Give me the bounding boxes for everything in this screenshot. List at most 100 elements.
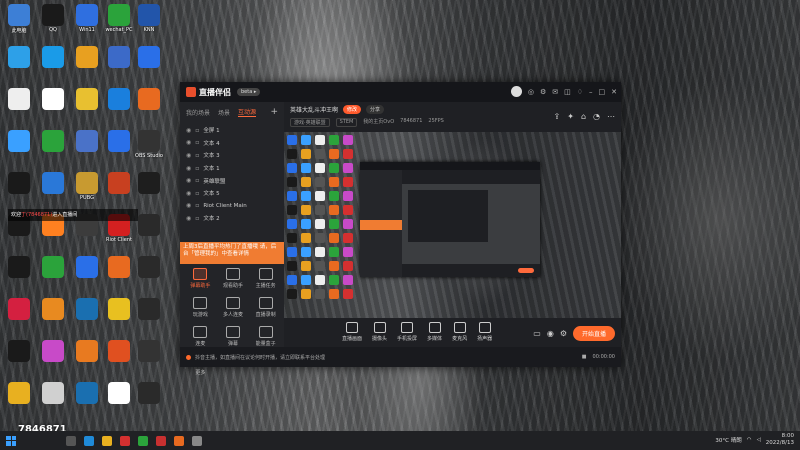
- left-tool[interactable]: 玩游戏: [184, 297, 217, 318]
- visibility-icon[interactable]: ◉: [186, 177, 191, 184]
- edit-button[interactable]: 修改: [343, 105, 362, 114]
- desktop-icon[interactable]: [102, 86, 136, 126]
- left-tool[interactable]: 弹幕: [217, 326, 250, 347]
- bottom-tool[interactable]: 多媒体: [427, 322, 442, 342]
- desktop-icon[interactable]: [70, 254, 104, 294]
- source-item[interactable]: ◉ ▫ 全屏 1: [180, 124, 284, 137]
- desktop-icon[interactable]: [102, 338, 136, 378]
- source-item[interactable]: ◉ ▫ 文本 4: [180, 137, 284, 150]
- desktop-icon[interactable]: [70, 296, 104, 336]
- user-avatar[interactable]: [510, 86, 522, 97]
- source-item[interactable]: ◉ ▫ 文本 3: [180, 149, 284, 162]
- app-taskbar-icon[interactable]: [192, 435, 202, 446]
- share-icon[interactable]: ⇪: [554, 112, 561, 121]
- visibility-icon[interactable]: ◉: [186, 127, 191, 134]
- gear-icon[interactable]: ⚙: [560, 329, 567, 338]
- tab-my-scenes[interactable]: 我的场景: [186, 108, 210, 117]
- desktop-icon[interactable]: [70, 44, 104, 84]
- shirt-icon[interactable]: ♢: [577, 88, 583, 96]
- desktop-icon[interactable]: [36, 170, 70, 210]
- volume-icon[interactable]: ◁: [757, 437, 761, 443]
- desktop-icon[interactable]: [36, 380, 70, 420]
- music-taskbar-icon[interactable]: [156, 435, 166, 446]
- search-taskbar-icon[interactable]: [66, 435, 76, 446]
- close-icon[interactable]: ✕: [611, 88, 617, 96]
- source-item[interactable]: ◉ ▫ Riot Client Main: [180, 200, 284, 213]
- desktop-icon[interactable]: [70, 338, 104, 378]
- desktop-icon[interactable]: [132, 86, 166, 126]
- bottom-tool[interactable]: 摄像头: [372, 322, 387, 342]
- chrome-taskbar-icon[interactable]: [102, 435, 112, 446]
- bottom-tool[interactable]: 手机投屏: [397, 322, 417, 342]
- clock[interactable]: 8:00 2022/8/13: [766, 433, 794, 447]
- desktop-icon[interactable]: [132, 380, 166, 420]
- network-icon[interactable]: ◠: [747, 437, 752, 443]
- left-tool[interactable]: 主播任务: [249, 268, 282, 289]
- edge-taskbar-icon[interactable]: [84, 435, 94, 446]
- desktop-icon[interactable]: [70, 86, 104, 126]
- visibility-icon[interactable]: ◉: [186, 139, 191, 146]
- left-tool[interactable]: 弹幕助手: [184, 268, 217, 289]
- lock-icon[interactable]: ▫: [195, 152, 199, 159]
- gift-icon[interactable]: ✦: [567, 112, 574, 121]
- tab-interactive-sources[interactable]: 互动源: [238, 107, 257, 117]
- visibility-icon[interactable]: ◉: [186, 202, 191, 209]
- desktop-icon[interactable]: [102, 254, 136, 294]
- desktop-icon[interactable]: [2, 44, 36, 84]
- left-tool[interactable]: 直播录制: [249, 297, 282, 318]
- desktop-icon[interactable]: [2, 296, 36, 336]
- desktop-icon[interactable]: OBS Studio: [132, 128, 166, 168]
- eye-icon[interactable]: ◉: [547, 329, 554, 338]
- source-item[interactable]: ◉ ▫ 文本 1: [180, 162, 284, 175]
- desktop-icon[interactable]: [2, 254, 36, 294]
- desktop-icon[interactable]: [132, 338, 166, 378]
- visibility-icon[interactable]: ◉: [186, 215, 191, 222]
- left-tool[interactable]: 能量盒子: [249, 326, 282, 347]
- desktop-icon[interactable]: [2, 128, 36, 168]
- add-source-button[interactable]: +: [270, 107, 278, 117]
- source-item[interactable]: ◉ ▫ 英雄联盟: [180, 174, 284, 187]
- visibility-icon[interactable]: ◉: [186, 165, 191, 172]
- more-icon[interactable]: ⋯: [607, 112, 615, 121]
- left-tool[interactable]: 连麦: [184, 326, 217, 347]
- mail-icon[interactable]: ✉: [552, 88, 558, 96]
- desktop-icon[interactable]: [70, 380, 104, 420]
- start-button[interactable]: [6, 435, 16, 446]
- desktop-icon[interactable]: [102, 44, 136, 84]
- bottom-tool[interactable]: 麦克风: [452, 322, 467, 342]
- desktop-icon[interactable]: [132, 44, 166, 84]
- stem-tag[interactable]: STEM: [335, 118, 358, 127]
- desktop-icon[interactable]: [132, 170, 166, 210]
- desktop-icon[interactable]: [2, 170, 36, 210]
- weather-text[interactable]: 30°C 晴朗: [715, 436, 741, 444]
- desktop-icon[interactable]: [70, 128, 104, 168]
- category-tag[interactable]: 游戏·英雄联盟: [290, 118, 330, 127]
- bottom-tool[interactable]: 直播画面: [342, 322, 362, 342]
- desktop-icon[interactable]: [102, 128, 136, 168]
- desktop-icon[interactable]: wechat_PC: [102, 2, 136, 42]
- message-icon[interactable]: ◫: [564, 88, 571, 96]
- camera-icon[interactable]: ▭: [533, 329, 541, 338]
- lock-icon[interactable]: ▫: [195, 139, 199, 146]
- bottom-tool[interactable]: 扬声器: [477, 322, 492, 342]
- desktop-icon[interactable]: [36, 296, 70, 336]
- live-companion-taskbar-icon[interactable]: [174, 435, 184, 446]
- version-badge[interactable]: beta ▸: [237, 88, 261, 96]
- stream-preview[interactable]: [284, 132, 621, 318]
- weekly-tip-banner[interactable]: 上周3后直播平均热门了直播哦 请，后台「管理我的」中查看详情: [180, 242, 284, 264]
- maximize-icon[interactable]: □: [599, 88, 606, 96]
- lock-icon[interactable]: ▫: [195, 127, 199, 134]
- settings-icon[interactable]: ⚙: [540, 88, 546, 96]
- desktop-icon[interactable]: [2, 380, 36, 420]
- start-live-button[interactable]: 开始直播: [572, 326, 615, 341]
- desktop-icon[interactable]: [2, 86, 36, 126]
- lock-icon[interactable]: ▫: [195, 165, 199, 172]
- desktop-icon[interactable]: [36, 44, 70, 84]
- desktop-icon[interactable]: [36, 128, 70, 168]
- desktop-icon[interactable]: [36, 338, 70, 378]
- bell-icon[interactable]: ◔: [593, 112, 600, 121]
- lock-icon[interactable]: ▫: [195, 202, 199, 209]
- desktop-icon[interactable]: 此电脑: [2, 2, 36, 42]
- desktop-icon[interactable]: KNN: [132, 2, 166, 42]
- desktop-icon[interactable]: [2, 338, 36, 378]
